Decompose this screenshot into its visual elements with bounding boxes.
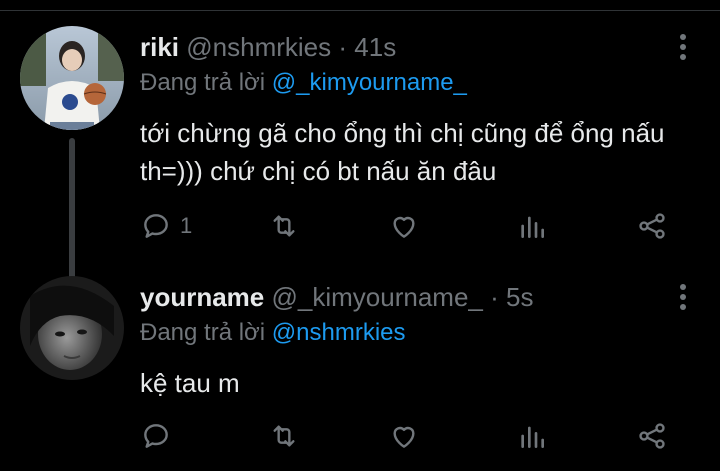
replying-mention-link[interactable]: @_kimyourname_: [272, 69, 467, 96]
user-handle[interactable]: @nshmrkies: [186, 32, 331, 62]
more-vertical-icon[interactable]: [678, 284, 688, 312]
reply-button[interactable]: [140, 416, 180, 456]
tweet[interactable]: riki @nshmrkies · 41s Đang trả lời @_kim…: [0, 20, 720, 298]
display-name[interactable]: riki: [140, 32, 179, 62]
views-button[interactable]: [516, 206, 548, 246]
reply-icon: [144, 424, 168, 448]
tweet-actions: 1: [140, 206, 700, 246]
heart-icon: [393, 426, 415, 448]
retweet-button[interactable]: [268, 416, 300, 456]
separator-dot: ·: [338, 32, 348, 62]
replying-to: Đang trả lời @nshmrkies: [140, 318, 406, 348]
share-icon: [639, 423, 665, 449]
tweet-actions: [140, 416, 700, 456]
replying-prefix: Đang trả lời: [140, 69, 266, 96]
tweet-header: yourname @_kimyourname_ · 5s: [140, 282, 533, 312]
tweet[interactable]: yourname @_kimyourname_ · 5s Đang trả lờ…: [0, 270, 720, 471]
retweet-button[interactable]: [268, 206, 300, 246]
tweet-text: tới chừng gã cho ổng thì chị cũng để ổng…: [140, 118, 665, 186]
more-vertical-icon[interactable]: [678, 34, 688, 62]
avatar-photo: [20, 26, 124, 130]
like-button[interactable]: [388, 206, 420, 246]
timestamp[interactable]: 5s: [506, 282, 533, 312]
replying-to: Đang trả lời @_kimyourname_: [140, 68, 467, 98]
avatar[interactable]: [20, 26, 124, 130]
views-button[interactable]: [516, 416, 548, 456]
reply-button[interactable]: 1: [140, 206, 192, 246]
user-handle[interactable]: @_kimyourname_: [272, 282, 483, 312]
avatar[interactable]: [20, 276, 124, 380]
like-button[interactable]: [388, 416, 420, 456]
share-button[interactable]: [636, 416, 668, 456]
top-divider: [0, 10, 720, 11]
heart-icon: [393, 216, 415, 238]
separator-dot: ·: [490, 282, 499, 312]
retweet-icon: [273, 425, 295, 447]
tweet-header: riki @nshmrkies · 41s: [140, 32, 396, 62]
reply-icon: [144, 214, 168, 238]
share-icon: [639, 213, 665, 239]
avatar-photo: [20, 276, 124, 380]
views-icon: [521, 216, 544, 238]
replying-mention-link[interactable]: @nshmrkies: [272, 319, 406, 346]
tweet-text: kệ tau m: [140, 368, 240, 398]
timestamp[interactable]: 41s: [354, 32, 396, 62]
retweet-icon: [273, 215, 295, 237]
reply-count: 1: [180, 213, 193, 238]
share-button[interactable]: [636, 206, 668, 246]
display-name[interactable]: yourname: [140, 282, 264, 312]
replying-prefix: Đang trả lời: [140, 319, 266, 346]
views-icon: [521, 426, 544, 448]
